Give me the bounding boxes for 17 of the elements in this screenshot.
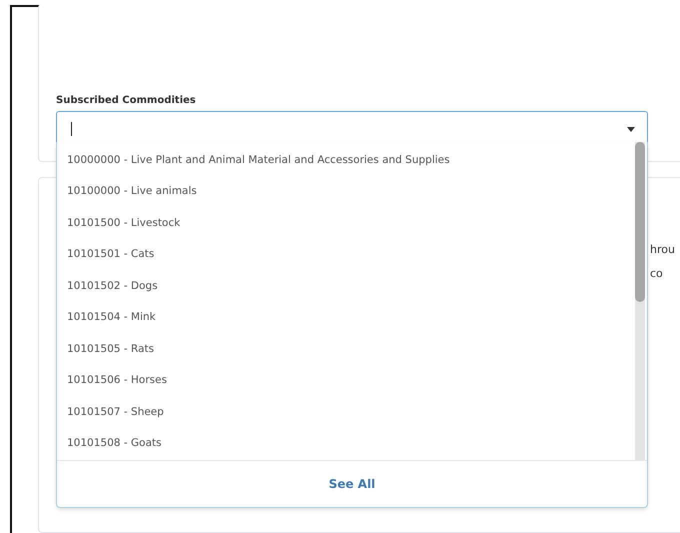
field-label: Subscribed Commodities <box>56 95 197 106</box>
option-item[interactable]: 10101506 - Horses <box>57 364 635 396</box>
option-item[interactable]: 10101500 - Livestock <box>57 207 635 238</box>
text-cursor <box>71 122 72 136</box>
option-item[interactable]: 10101508 - Goats <box>57 428 635 459</box>
option-item[interactable]: 10101505 - Rats <box>57 333 635 364</box>
background-text: co <box>650 266 664 282</box>
option-item[interactable]: 10101504 - Mink <box>57 302 635 333</box>
background-text: hrou <box>650 242 676 258</box>
option-item[interactable]: 10101501 - Cats <box>57 238 635 270</box>
see-all-link[interactable]: See All <box>328 477 376 491</box>
option-item[interactable]: 10101502 - Dogs <box>57 270 635 302</box>
option-item[interactable]: 10000000 - Live Plant and Animal Material and Accessories and Supplies <box>57 144 635 176</box>
option-item[interactable]: 10100000 - Live animals <box>57 176 635 207</box>
caret-icon <box>627 126 635 132</box>
option-item[interactable]: 10101507 - Sheep <box>57 396 635 428</box>
scrollbar-thumb[interactable] <box>635 142 645 302</box>
